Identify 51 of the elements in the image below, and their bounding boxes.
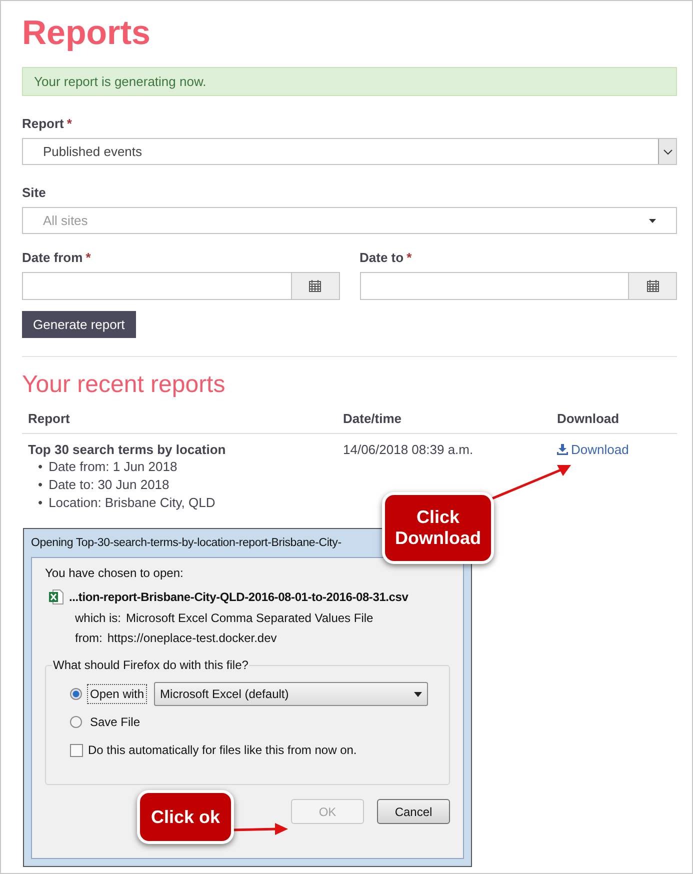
calendar-icon <box>646 280 658 292</box>
dialog-title: Opening Top-30-search-terms-by-location-report-Brisbane-City- <box>31 536 342 551</box>
info-value: https://oneplace-test.docker.dev <box>107 631 277 645</box>
date-field[interactable] <box>22 272 340 300</box>
bullet: • <box>38 476 43 494</box>
caret-down-icon <box>414 692 422 696</box>
application-dropdown[interactable]: Microsoft Excel (default) <box>154 682 428 706</box>
radio-button[interactable] <box>70 688 82 700</box>
field-label: Site <box>22 185 47 200</box>
callout-label: Click ok <box>137 790 234 844</box>
group-legend: What should Firefox do with this file? <box>52 658 250 672</box>
report-name: Top 30 search terms by location <box>28 442 227 457</box>
calendar-button[interactable] <box>628 273 676 299</box>
download-link[interactable]: Download <box>557 442 629 457</box>
report-datetime: 14/06/2018 08:39 a.m. <box>343 442 474 457</box>
bullet: • <box>38 494 43 512</box>
arrow <box>231 822 289 836</box>
column-header: Date/time <box>343 411 403 426</box>
caret-down-icon <box>649 218 656 222</box>
callout-label: Click Download <box>382 492 494 564</box>
report-detail: Date to: 30 Jun 2018 <box>48 476 170 494</box>
date-field[interactable] <box>360 272 677 300</box>
dialog-intro: You have chosen to open: <box>45 566 184 580</box>
chevron-down-icon <box>662 148 672 154</box>
column-header: Report <box>28 411 71 426</box>
generate-report-button[interactable]: Generate report <box>22 311 136 338</box>
checkbox-label[interactable]: Do this automatically for files like this from now on. <box>88 743 357 757</box>
download-icon <box>557 444 568 455</box>
checkbox[interactable] <box>70 744 83 756</box>
field-label: Date to * <box>360 250 413 265</box>
spreadsheet-file-icon <box>48 589 64 605</box>
page-title: Reports <box>22 13 152 54</box>
calendar-button[interactable] <box>290 273 338 299</box>
info-label: from: <box>75 631 102 645</box>
report-detail: Date from: 1 Jun 2018 <box>48 458 178 476</box>
report-detail: Location: Brisbane City, QLD <box>48 494 216 512</box>
info-label: which is: <box>75 611 122 625</box>
success-alert: Your report is generating now. <box>22 67 677 96</box>
calendar-icon <box>309 280 321 292</box>
dialog-button[interactable]: Cancel <box>377 799 450 824</box>
radio-label[interactable]: Open with <box>87 684 148 704</box>
radio-label[interactable]: Save File <box>87 712 144 732</box>
report-select[interactable]: Published events <box>22 138 677 165</box>
file-name: ...tion-report-Brisbane-City-QLD-2016-08-01-to-2016-08-31.csv <box>69 590 408 604</box>
field-label: Report * <box>22 116 73 131</box>
radio-button[interactable] <box>70 716 82 728</box>
bullet: • <box>38 458 43 476</box>
section-heading: Your recent reports <box>22 371 226 399</box>
info-value: Microsoft Excel Comma Separated Values File <box>126 611 374 625</box>
field-label: Date from * <box>22 250 92 265</box>
column-header: Download <box>557 411 620 426</box>
